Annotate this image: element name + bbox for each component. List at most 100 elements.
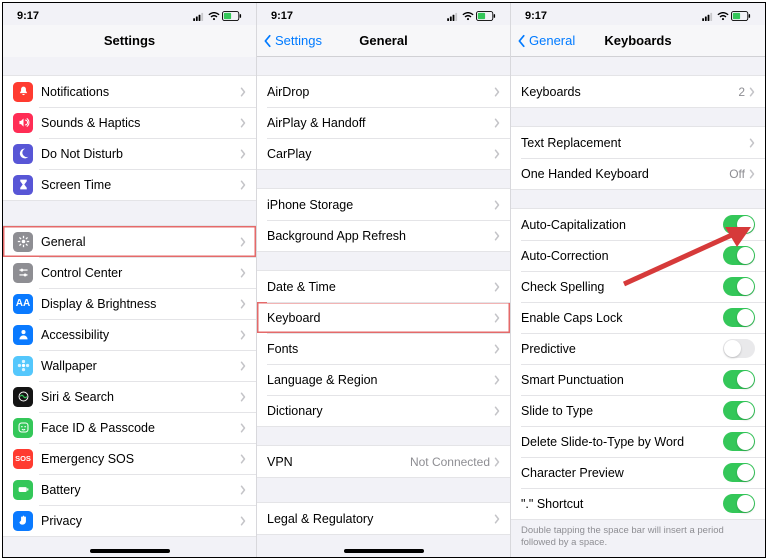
chevron-right-icon <box>240 423 246 433</box>
list-item[interactable]: CarPlay <box>257 138 510 169</box>
pane-general: 9:17 Settings General AirDropAirPlay & H… <box>257 3 511 557</box>
gear-icon <box>13 232 33 252</box>
batt-icon <box>13 480 33 500</box>
list-item-label: Screen Time <box>41 178 240 192</box>
list-item[interactable]: Keyboard <box>257 302 510 333</box>
list-item[interactable]: iPhone Storage <box>257 189 510 220</box>
chevron-right-icon <box>240 516 246 526</box>
home-indicator[interactable] <box>344 549 424 553</box>
list-item-label: General <box>41 235 240 249</box>
aa-icon: AA <box>13 294 33 314</box>
list-item[interactable]: Sounds & Haptics <box>3 107 256 138</box>
list-item-label: Check Spelling <box>521 280 723 294</box>
list-item[interactable]: Fonts <box>257 333 510 364</box>
list-item: Enable Caps Lock <box>511 302 765 333</box>
toggle-switch[interactable] <box>723 277 755 296</box>
bell-icon <box>13 82 33 102</box>
status-bar: 9:17 <box>257 3 510 25</box>
list-item[interactable]: Notifications <box>3 76 256 107</box>
list-item-label: Date & Time <box>267 280 494 294</box>
list-item[interactable]: SOSEmergency SOS <box>3 443 256 474</box>
chevron-right-icon <box>494 406 500 416</box>
flower-icon <box>13 356 33 376</box>
nav-title: Keyboards <box>604 33 671 48</box>
list-item[interactable]: Date & Time <box>257 271 510 302</box>
chevron-right-icon <box>240 118 246 128</box>
back-button[interactable]: Settings <box>263 25 322 56</box>
nav-bar: Settings General <box>257 25 510 57</box>
nav-bar: General Keyboards <box>511 25 765 57</box>
status-time: 9:17 <box>17 10 39 22</box>
chevron-right-icon <box>494 514 500 524</box>
list-item-label: "." Shortcut <box>521 497 723 511</box>
list-item[interactable]: Wallpaper <box>3 350 256 381</box>
wifi-icon <box>462 12 474 21</box>
list-item-value: 2 <box>738 85 745 99</box>
toggle-switch[interactable] <box>723 308 755 327</box>
back-button[interactable]: General <box>517 25 575 56</box>
chevron-right-icon <box>240 485 246 495</box>
toggle-switch[interactable] <box>723 494 755 513</box>
chevron-right-icon <box>240 87 246 97</box>
pane-keyboards: 9:17 General Keyboards Keyboards2 Text R… <box>511 3 765 557</box>
toggle-switch[interactable] <box>723 401 755 420</box>
list-item[interactable]: Privacy <box>3 505 256 536</box>
chevron-right-icon <box>749 169 755 179</box>
nav-bar: Settings <box>3 25 256 57</box>
toggle-switch[interactable] <box>723 339 755 358</box>
list-item-value: Not Connected <box>410 455 490 469</box>
pane-settings: 9:17 Settings Notifications Sounds & Hapt… <box>3 3 257 557</box>
list-item[interactable]: One Handed KeyboardOff <box>511 158 765 189</box>
list-item[interactable]: Text Replacement <box>511 127 765 158</box>
chevron-right-icon <box>494 87 500 97</box>
list-item-label: VPN <box>267 455 410 469</box>
toggle-switch[interactable] <box>723 370 755 389</box>
list-item[interactable]: Screen Time <box>3 169 256 200</box>
list-item[interactable]: AirDrop <box>257 76 510 107</box>
list-item[interactable]: Accessibility <box>3 319 256 350</box>
chevron-right-icon <box>240 454 246 464</box>
toggle-switch[interactable] <box>723 246 755 265</box>
list-item[interactable]: General <box>3 226 256 257</box>
wifi-icon <box>208 12 220 21</box>
list-item-label: Keyboard <box>267 311 494 325</box>
list-item[interactable]: Control Center <box>3 257 256 288</box>
footnote: Double tapping the space bar will insert… <box>511 520 765 550</box>
list-item-label: Delete Slide-to-Type by Word <box>521 435 723 449</box>
signal-icon <box>193 12 206 21</box>
list-item: Predictive <box>511 333 765 364</box>
chevron-right-icon <box>749 138 755 148</box>
toggle-switch[interactable] <box>723 432 755 451</box>
list-item-label: Face ID & Passcode <box>41 421 240 435</box>
list-item[interactable]: VPNNot Connected <box>257 446 510 477</box>
chevron-right-icon <box>494 457 500 467</box>
list-item[interactable]: Face ID & Passcode <box>3 412 256 443</box>
list-item[interactable]: Language & Region <box>257 364 510 395</box>
status-bar: 9:17 <box>511 3 765 25</box>
chevron-right-icon <box>240 268 246 278</box>
list-item[interactable]: Battery <box>3 474 256 505</box>
list-item[interactable]: Do Not Disturb <box>3 138 256 169</box>
list-item[interactable]: Dictionary <box>257 395 510 426</box>
list-item[interactable]: Siri & Search <box>3 381 256 412</box>
nav-title: Settings <box>104 33 155 48</box>
chevron-right-icon <box>749 87 755 97</box>
list-item[interactable]: AirPlay & Handoff <box>257 107 510 138</box>
home-indicator[interactable] <box>90 549 170 553</box>
list-item[interactable]: AADisplay & Brightness <box>3 288 256 319</box>
list-item[interactable]: Background App Refresh <box>257 220 510 251</box>
toggle-switch[interactable] <box>723 215 755 234</box>
face-icon <box>13 418 33 438</box>
list-item-label: Sounds & Haptics <box>41 116 240 130</box>
hand-icon <box>13 511 33 531</box>
list-item-label: Auto-Correction <box>521 249 723 263</box>
list-item: Delete Slide-to-Type by Word <box>511 426 765 457</box>
status-time: 9:17 <box>271 10 293 22</box>
chevron-left-icon <box>263 34 273 48</box>
list-item[interactable]: Legal & Regulatory <box>257 503 510 534</box>
toggle-switch[interactable] <box>723 463 755 482</box>
list-item[interactable]: Keyboards2 <box>511 76 765 107</box>
sos-icon: SOS <box>13 449 33 469</box>
list-item-label: CarPlay <box>267 147 494 161</box>
list-item-label: Siri & Search <box>41 390 240 404</box>
